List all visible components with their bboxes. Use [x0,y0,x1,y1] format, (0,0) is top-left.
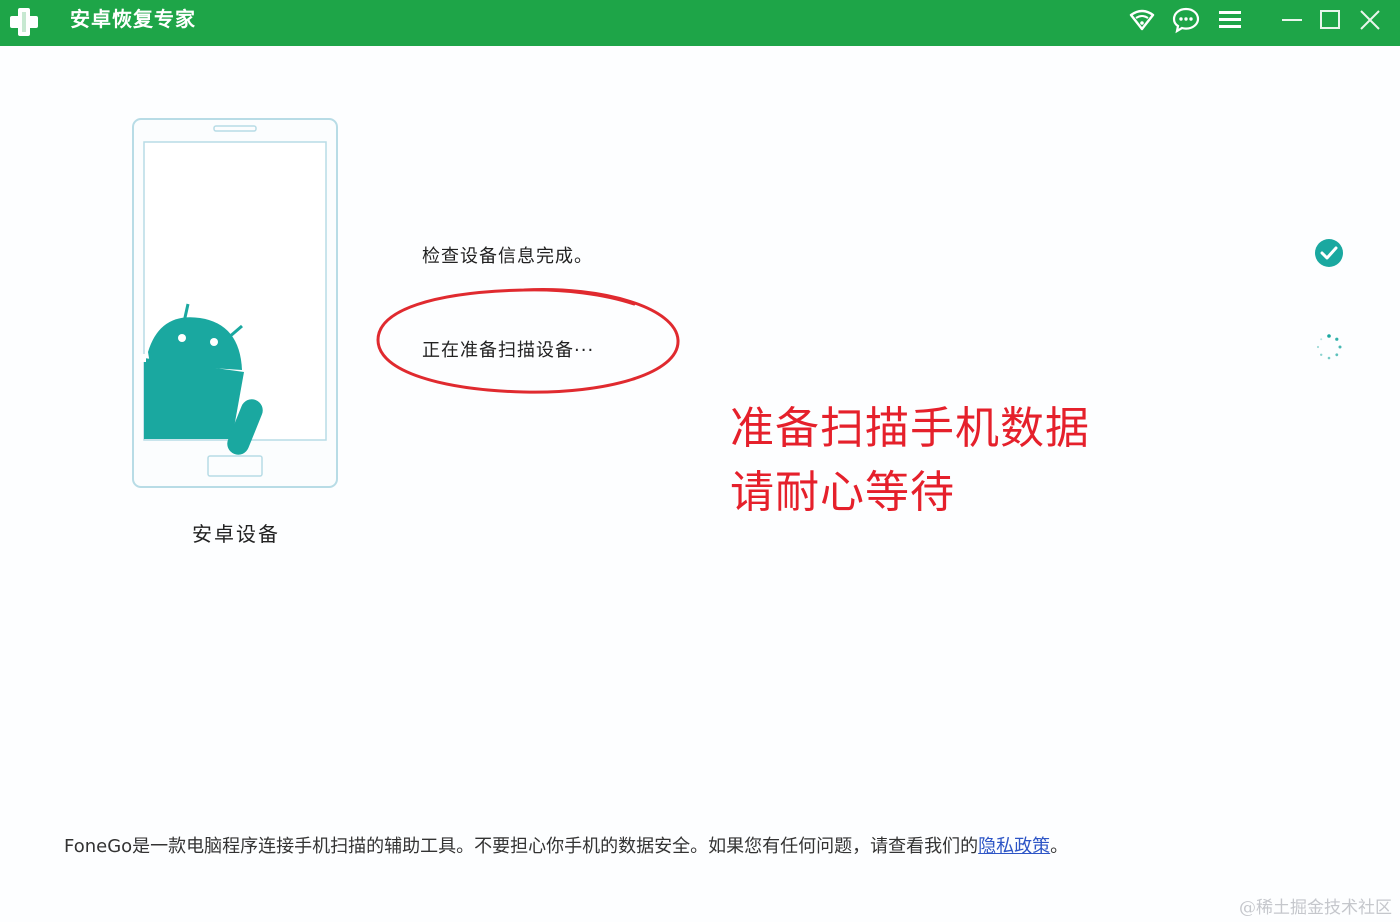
step-check-device: 检查设备信息完成。 [422,246,593,267]
menu-icon[interactable] [1216,6,1244,34]
plus-cross-icon [10,8,38,36]
close-icon[interactable] [1356,6,1384,34]
android-phone-icon [132,118,338,488]
watermark: @稀土掘金技术社区 [1239,898,1392,918]
privacy-policy-link[interactable]: 隐私政策 [978,836,1050,857]
chat-icon[interactable] [1172,6,1200,34]
footer-text: FoneGo是一款电脑程序连接手机扫描的辅助工具。不要担心你手机的数据安全。如果… [64,836,979,857]
annotation-line-1: 准备扫描手机数据 [730,403,1090,454]
spinner-icon [1316,334,1342,360]
footer-disclaimer: FoneGo是一款电脑程序连接手机扫描的辅助工具。不要担心你手机的数据安全。如果… [64,834,1244,860]
app-title: 安卓恢复专家 [70,7,196,31]
minimize-icon[interactable] [1278,6,1306,34]
highlight-ellipse [376,288,680,394]
check-circle-icon [1315,239,1343,267]
footer-suffix: 。 [1050,836,1069,857]
title-bar: 安卓恢复专家 [0,0,1400,46]
maximize-icon[interactable] [1316,6,1344,34]
annotation-line-2: 请耐心等待 [730,467,955,518]
wifi-icon[interactable] [1128,6,1156,34]
device-label: 安卓设备 [192,522,280,546]
